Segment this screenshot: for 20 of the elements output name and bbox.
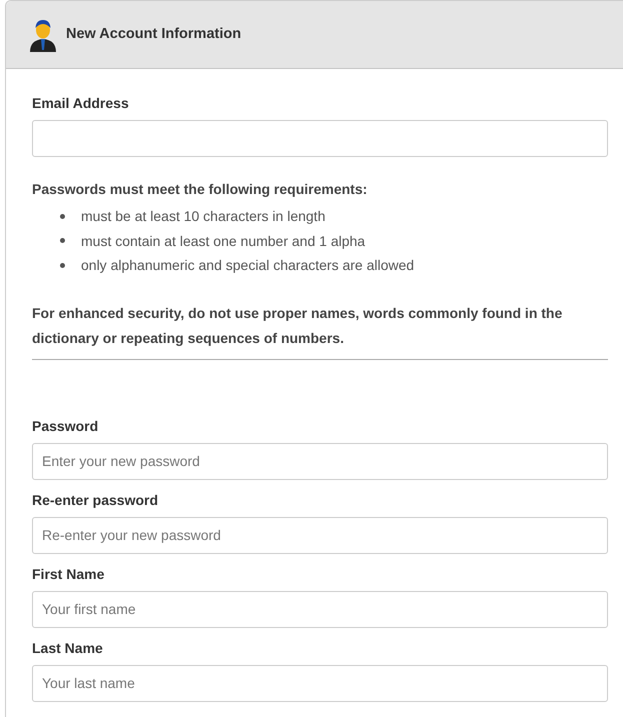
- field-label: Re-enter password: [32, 490, 160, 510]
- requirement-text: must contain at least one number and 1 alpha: [81, 232, 366, 251]
- panel-title: New Account Information: [66, 24, 242, 44]
- email-field[interactable]: [32, 120, 608, 157]
- field-label: Email Address: [32, 94, 130, 113]
- password-field[interactable]: Enter your new password: [32, 442, 608, 480]
- bullet-icon: [60, 238, 65, 244]
- password-field[interactable]: Re-enter your new password: [32, 516, 608, 554]
- text-field[interactable]: Your last name: [32, 664, 608, 702]
- requirements-heading: Passwords must meet the following requirements:: [32, 180, 368, 199]
- requirement-text: only alphanumeric and special characters are allowed: [81, 256, 414, 275]
- field-label: Password: [32, 416, 100, 436]
- security-note: For enhanced security, do not use proper names, words commonly found in the dictionary or repeating sequences of numbers.: [32, 304, 564, 348]
- requirement-text: must be at least 10 characters in length: [81, 207, 326, 226]
- text-field[interactable]: Your first name: [32, 590, 608, 628]
- field-label: First Name: [32, 564, 106, 584]
- bullet-icon: [60, 262, 65, 268]
- field-label: Last Name: [32, 638, 104, 658]
- bullet-icon: [60, 214, 65, 219]
- user-icon: [28, 18, 58, 52]
